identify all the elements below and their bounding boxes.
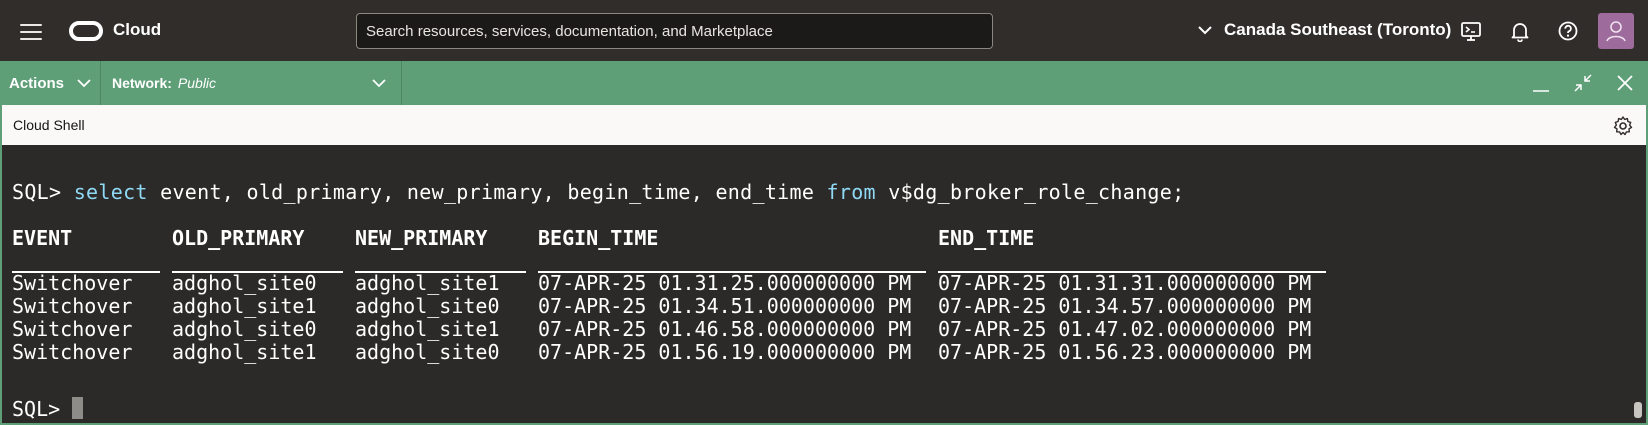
restore-icon[interactable] [1572, 72, 1594, 94]
region-selector[interactable]: Canada Southeast (Toronto) [1196, 20, 1451, 40]
cloud-shell-toolbar: Actions Network: Public [0, 61, 1648, 105]
table-cell: Switchover [12, 317, 133, 341]
table-cell: 07-APR-25 01.56.23.000000000 PM [938, 340, 1312, 364]
network-label: Network: [112, 75, 172, 91]
sql-prompt: SQL> [12, 397, 61, 421]
oracle-logo[interactable] [69, 21, 103, 41]
table-cell: 07-APR-25 01.46.58.000000000 PM [538, 317, 912, 341]
cloud-shell-icon[interactable] [1460, 20, 1482, 42]
sql-prompt: SQL> [12, 180, 62, 204]
table-cell: 07-APR-25 01.34.51.000000000 PM [538, 294, 912, 318]
table-cell: 07-APR-25 01.47.02.000000000 PM [938, 317, 1312, 341]
top-navigation-bar: Cloud Canada Southeast (Toronto) [0, 0, 1648, 61]
table-cell: 07-APR-25 01.31.25.000000000 PM [538, 271, 912, 295]
column-header-event: EVENT [12, 226, 73, 250]
sql-query-line: SQL> select event, old_primary, new_prim… [12, 180, 1184, 204]
bell-icon[interactable] [1509, 20, 1531, 42]
column-header-old-primary: OLD_PRIMARY [172, 226, 305, 250]
actions-menu[interactable]: Actions [0, 61, 101, 105]
minimize-icon[interactable] [1530, 72, 1552, 94]
user-icon [1606, 21, 1626, 42]
sql-keyword-select: select [73, 180, 148, 204]
terminal-cursor [72, 397, 83, 419]
sql-query-middle: event, old_primary, new_primary, begin_t… [147, 180, 827, 204]
chevron-down-icon [1198, 26, 1212, 35]
table-cell: adghol_site1 [355, 317, 500, 341]
table-cell: adghol_site1 [172, 294, 317, 318]
sql-query-tail: v$dg_broker_role_change; [875, 180, 1185, 204]
table-cell: adghol_site0 [355, 294, 500, 318]
region-label: Canada Southeast (Toronto) [1224, 20, 1452, 39]
table-cell: adghol_site1 [172, 340, 317, 364]
table-cell: adghol_site0 [172, 271, 317, 295]
table-cell: 07-APR-25 01.56.19.000000000 PM [538, 340, 912, 364]
user-avatar-icon[interactable] [1598, 13, 1634, 49]
network-value: Public [177, 75, 217, 91]
table-cell: Switchover [12, 271, 133, 295]
table-cell: Switchover [12, 340, 133, 364]
sql-keyword-from: from [826, 180, 876, 204]
help-icon[interactable] [1557, 20, 1579, 42]
cloud-shell-title: Cloud Shell [13, 117, 85, 133]
terminal-scrollbar[interactable] [1632, 145, 1646, 423]
hamburger-icon[interactable] [20, 20, 42, 40]
chevron-down-icon [372, 79, 386, 88]
table-cell: adghol_site0 [355, 340, 500, 364]
gear-icon[interactable] [1612, 115, 1634, 137]
network-selector[interactable]: Network: Public [101, 61, 402, 105]
column-header-new-primary: NEW_PRIMARY [355, 226, 488, 250]
column-header-begin-time: BEGIN_TIME [538, 226, 659, 250]
chevron-down-icon [77, 79, 91, 88]
close-icon[interactable] [1614, 72, 1636, 94]
table-cell: adghol_site1 [355, 271, 500, 295]
brand-name[interactable]: Cloud [113, 20, 161, 40]
table-cell: Switchover [12, 294, 133, 318]
table-cell: 07-APR-25 01.34.57.000000000 PM [938, 294, 1312, 318]
actions-label: Actions [9, 74, 65, 92]
table-cell: adghol_site0 [172, 317, 317, 341]
column-header-end-time: END_TIME [938, 226, 1035, 250]
scrollbar-thumb[interactable] [1634, 402, 1642, 418]
search-input[interactable] [356, 13, 993, 49]
cloud-shell-header: Cloud Shell [0, 105, 1648, 145]
table-cell: 07-APR-25 01.31.31.000000000 PM [938, 271, 1312, 295]
